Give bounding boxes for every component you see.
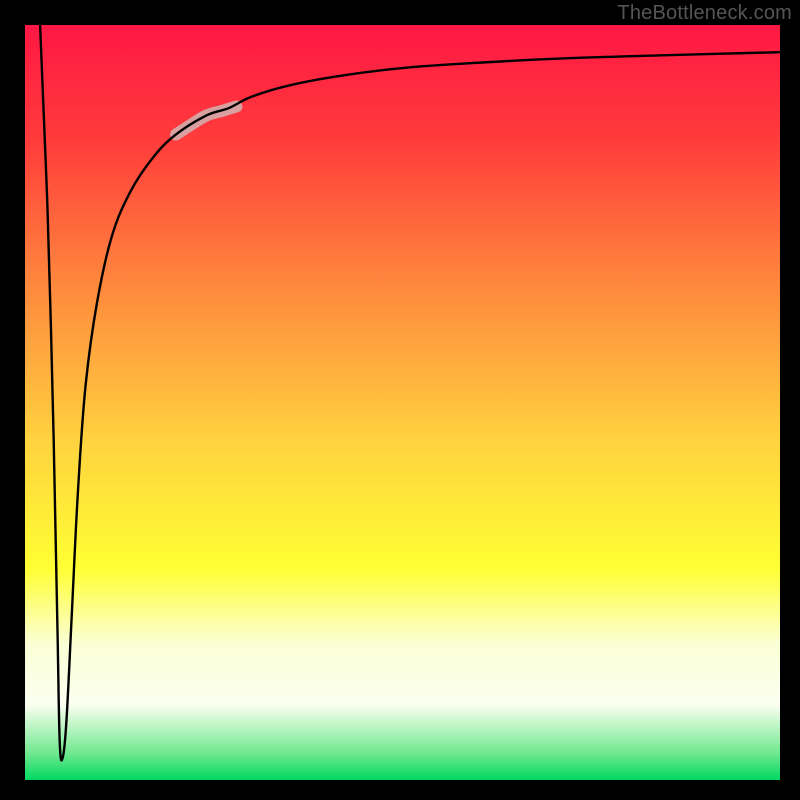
chart-frame: TheBottleneck.com: [0, 0, 800, 800]
bottleneck-chart: [0, 0, 800, 800]
watermark-text: TheBottleneck.com: [617, 2, 792, 25]
plot-gradient-background: [25, 25, 780, 780]
